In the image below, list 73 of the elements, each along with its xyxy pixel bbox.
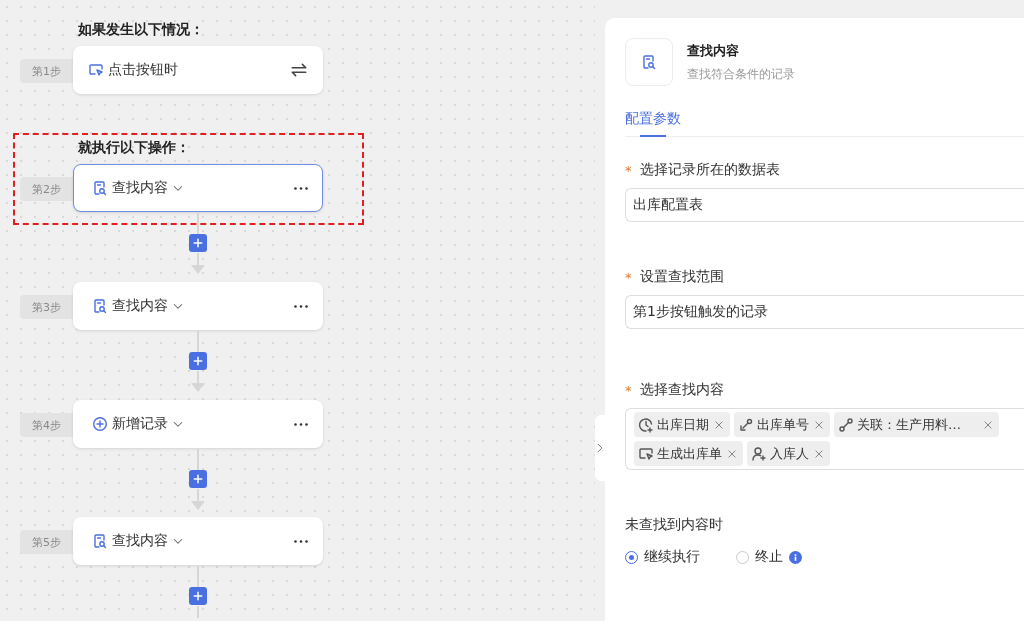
- field-tag: 出库单号: [734, 412, 830, 437]
- tag-field[interactable]: 出库日期 出库单号 关联：生产用料… 生成出库单 入库人: [625, 408, 1024, 470]
- field-label: 设置查找范围: [639, 268, 724, 286]
- step-title: 查找内容: [112, 532, 168, 550]
- field-tag: 出库日期: [634, 412, 730, 437]
- close-icon: [714, 419, 724, 430]
- search-document-icon: [92, 533, 108, 549]
- radio-label: 继续执行: [644, 548, 700, 566]
- more-icon[interactable]: [294, 186, 308, 190]
- radio-button[interactable]: [736, 550, 749, 564]
- step-title: 新增记录: [112, 415, 168, 433]
- step-card[interactable]: 新增记录: [73, 400, 323, 448]
- tab[interactable]: 配置参数: [625, 110, 681, 136]
- swap-icon: [290, 61, 308, 79]
- field-label: 选择记录所在的数据表: [639, 161, 780, 179]
- required-mark: *: [625, 382, 632, 398]
- step-title: 点击按钮时: [108, 61, 178, 79]
- remove-tag-button[interactable]: [712, 419, 726, 430]
- field-tag: 入库人: [747, 441, 830, 466]
- add-step-button[interactable]: [189, 234, 207, 252]
- remove-tag-button[interactable]: [812, 419, 826, 430]
- step-title: 查找内容: [112, 179, 168, 197]
- step-card[interactable]: 查找内容: [73, 517, 323, 565]
- search-document-icon: [641, 54, 657, 70]
- required-mark: *: [625, 162, 632, 178]
- panel-title: 查找内容: [687, 42, 740, 60]
- select-field[interactable]: 出库配置表: [625, 188, 1024, 222]
- field-tag: 生成出库单: [634, 441, 743, 466]
- more-icon[interactable]: [294, 422, 308, 426]
- select-field[interactable]: 第1步按钮触发的记录: [625, 295, 1024, 329]
- radio-option[interactable]: 终止: [736, 548, 802, 566]
- cursor-icon: [638, 445, 654, 462]
- required-mark: *: [625, 269, 632, 285]
- close-icon: [727, 448, 737, 459]
- info-icon: [789, 550, 802, 564]
- plus-icon: [192, 590, 204, 602]
- panel-subtitle: 查找符合条件的记录: [687, 66, 795, 83]
- add-step-button[interactable]: [189, 352, 207, 370]
- section-heading: 就执行以下操作：: [78, 139, 190, 157]
- remove-tag-button[interactable]: [981, 419, 995, 430]
- relation-icon: [838, 416, 854, 433]
- collapse-handle[interactable]: [595, 415, 605, 481]
- step-card[interactable]: 点击按钮时: [73, 46, 323, 94]
- remove-tag-button[interactable]: [725, 448, 739, 459]
- radio-button[interactable]: [625, 550, 638, 564]
- plus-icon: [192, 237, 204, 249]
- link-icon: [738, 416, 754, 433]
- section-heading: 如果发生以下情况：: [78, 21, 204, 39]
- search-document-icon: [92, 180, 108, 196]
- step-card[interactable]: 查找内容: [73, 164, 323, 212]
- option-label: 未查找到内容时: [625, 516, 724, 534]
- plus-circle-icon: [92, 416, 108, 432]
- field-tag: 关联：生产用料…: [834, 412, 999, 437]
- more-icon[interactable]: [294, 304, 308, 308]
- radio-label: 终止: [755, 548, 783, 566]
- close-icon: [814, 448, 824, 459]
- user-plus-icon: [751, 445, 767, 462]
- remove-tag-button[interactable]: [812, 448, 826, 459]
- plus-icon: [192, 355, 204, 367]
- search-document-icon: [92, 298, 108, 314]
- add-step-button[interactable]: [189, 587, 207, 605]
- step-card[interactable]: 查找内容: [73, 282, 323, 330]
- step-title: 查找内容: [112, 297, 168, 315]
- close-icon: [983, 419, 993, 430]
- add-step-button[interactable]: [189, 470, 207, 488]
- plus-icon: [192, 473, 204, 485]
- field-label: 选择查找内容: [639, 381, 724, 399]
- close-icon: [814, 419, 824, 430]
- radio-option[interactable]: 继续执行: [625, 548, 700, 566]
- chevron-right-icon: [595, 441, 605, 455]
- cursor-icon: [88, 62, 104, 78]
- more-icon[interactable]: [294, 539, 308, 543]
- clock-plus-icon: [638, 416, 654, 433]
